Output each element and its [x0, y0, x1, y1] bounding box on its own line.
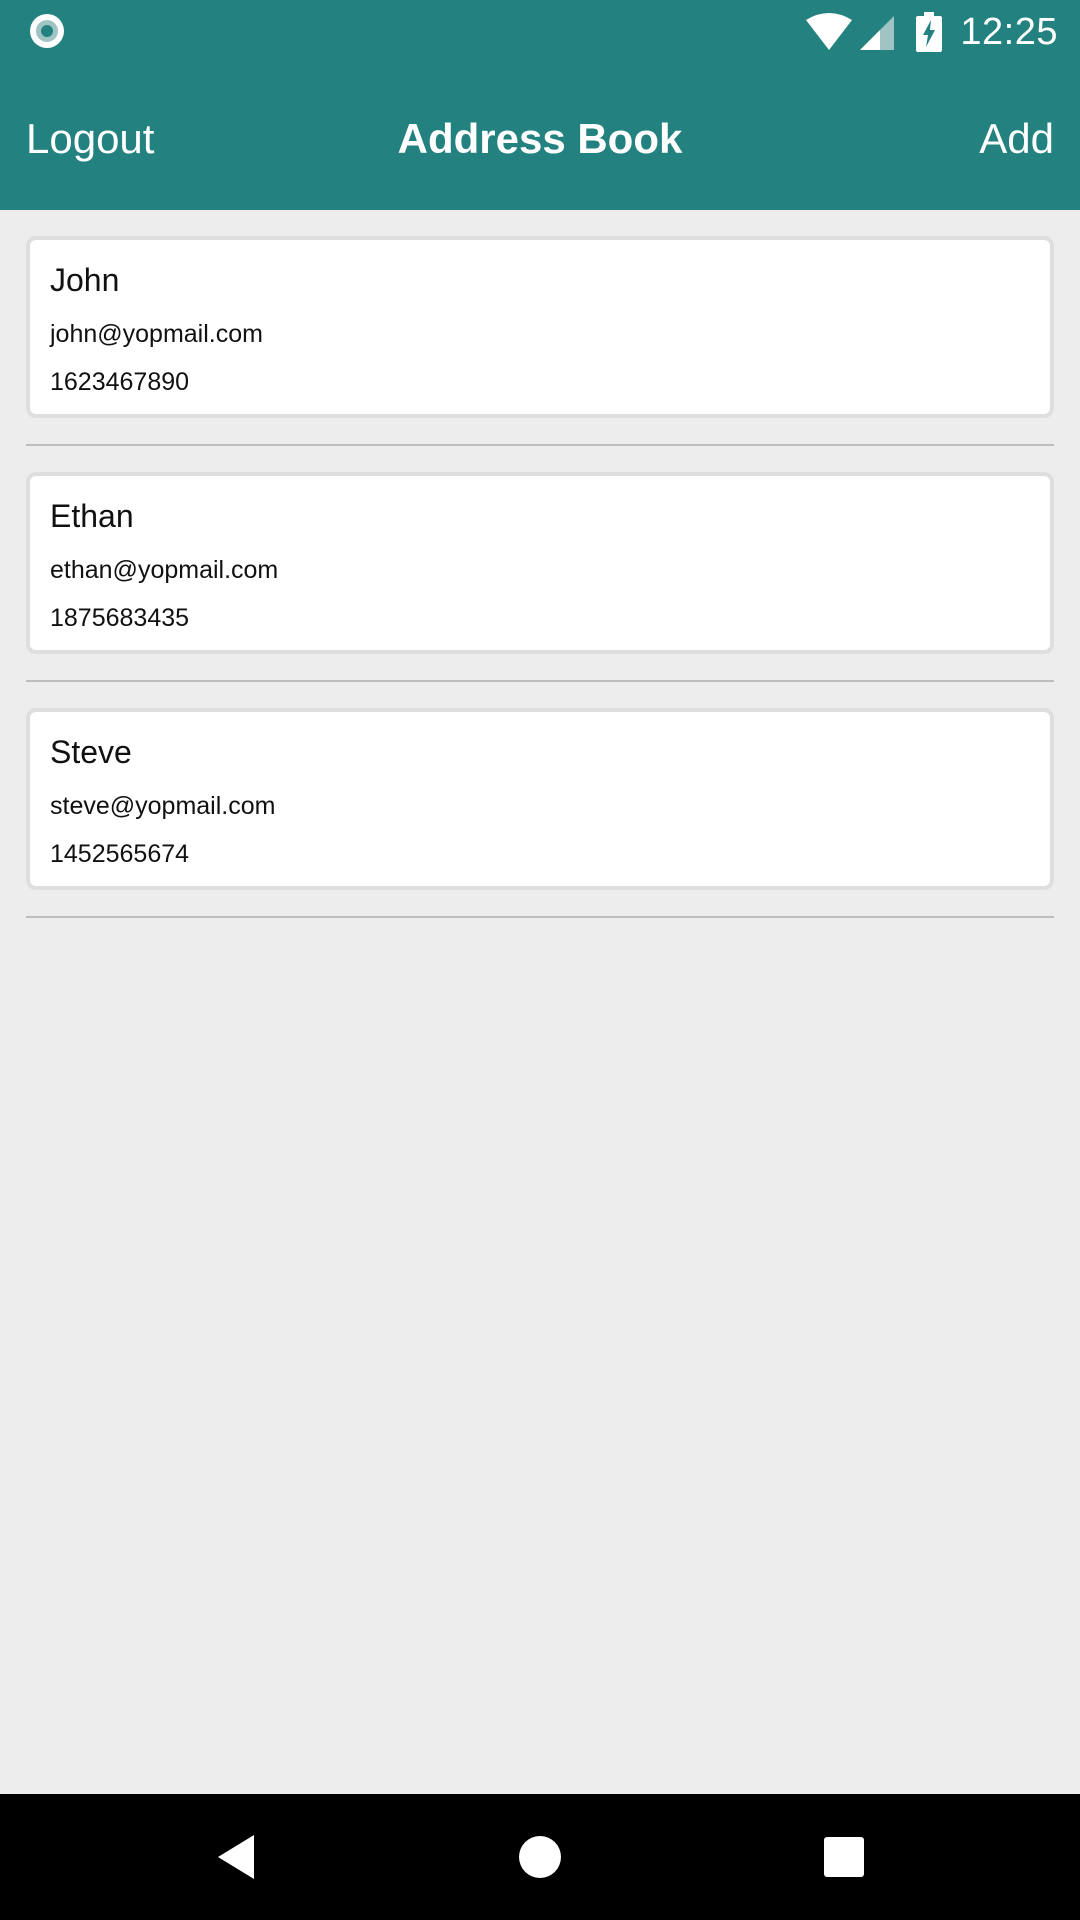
- list-item: Steve steve@yopmail.com 1452565674: [26, 708, 1054, 944]
- contact-list: John john@yopmail.com 1623467890 Ethan e…: [26, 236, 1054, 944]
- add-button[interactable]: Add: [979, 115, 1054, 163]
- contact-phone: 1623467890: [50, 368, 190, 396]
- recent-apps-icon[interactable]: [814, 1827, 874, 1887]
- contact-name: Steve: [50, 734, 132, 770]
- back-icon[interactable]: [206, 1827, 266, 1887]
- list-item: Ethan ethan@yopmail.com 1875683435: [26, 472, 1054, 708]
- contact-email: steve@yopmail.com: [50, 792, 276, 820]
- contact-name: John: [50, 262, 120, 298]
- wifi-icon: [806, 13, 853, 50]
- contact-card-john[interactable]: John john@yopmail.com 1623467890: [26, 236, 1054, 418]
- list-item: John john@yopmail.com 1623467890: [26, 236, 1054, 472]
- divider: [26, 680, 1054, 682]
- status-icons: 12:25: [804, 8, 1058, 56]
- divider: [26, 444, 1054, 446]
- contact-card-steve[interactable]: Steve steve@yopmail.com 1452565674: [26, 708, 1054, 890]
- screen: 12:25 Logout Address Book Add John john@…: [0, 0, 1080, 1920]
- contact-phone: 1452565674: [50, 840, 190, 868]
- contact-card-ethan[interactable]: Ethan ethan@yopmail.com 1875683435: [26, 472, 1054, 654]
- contact-name: Ethan: [50, 498, 134, 534]
- divider: [26, 916, 1054, 918]
- home-icon[interactable]: [510, 1827, 570, 1887]
- radio-dot-icon: [30, 14, 64, 48]
- contact-email: ethan@yopmail.com: [50, 556, 279, 584]
- signal-icon: [860, 16, 895, 50]
- navigation-bar: [0, 1794, 1080, 1920]
- battery-charging-icon: [916, 12, 943, 52]
- contact-phone: 1875683435: [50, 604, 190, 632]
- contact-email: john@yopmail.com: [50, 320, 263, 348]
- status-time: 12:25: [960, 10, 1058, 53]
- app-bar: Logout Address Book Add: [0, 63, 1080, 210]
- page-title: Address Book: [397, 115, 683, 162]
- status-bar: 12:25: [0, 0, 1080, 63]
